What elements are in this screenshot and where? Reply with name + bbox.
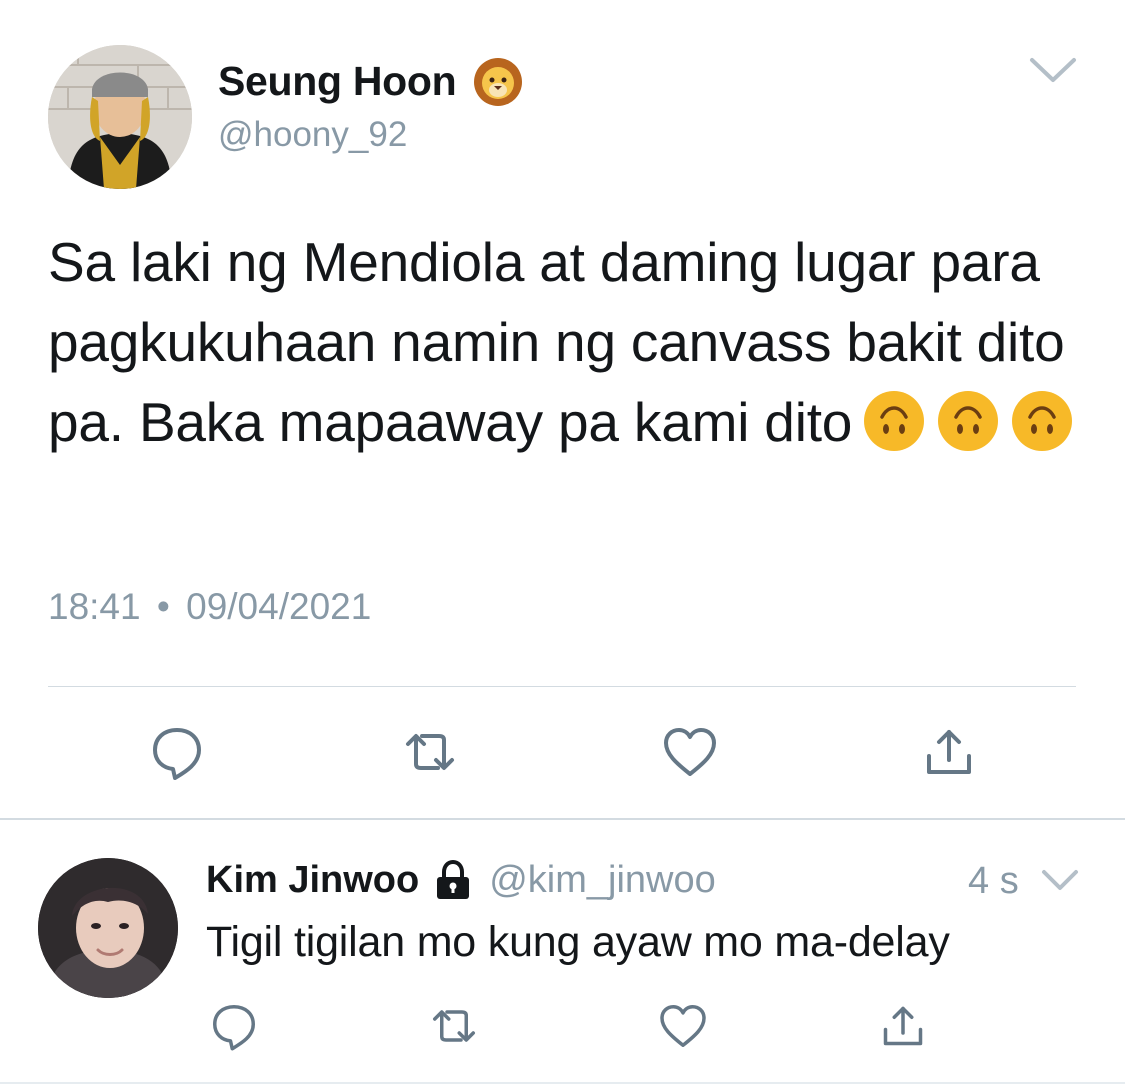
- avatar-photo: [48, 45, 192, 189]
- upside-down-face-emoji-icon: [1012, 391, 1073, 451]
- avatar[interactable]: [38, 858, 178, 998]
- display-name[interactable]: Seung Hoon: [218, 55, 524, 107]
- reply-header: Kim Jinwoo @kim_jinwoo: [206, 858, 716, 902]
- divider: [0, 818, 1125, 820]
- reply-icon[interactable]: [206, 998, 262, 1054]
- reply-icon[interactable]: [145, 720, 209, 784]
- avatar[interactable]: [48, 45, 192, 189]
- like-icon[interactable]: [658, 720, 722, 784]
- share-icon[interactable]: [917, 720, 981, 784]
- tweet-age: 4 s: [968, 860, 1019, 902]
- retweet-icon[interactable]: [426, 998, 482, 1054]
- display-name-text: Seung Hoon: [218, 57, 457, 104]
- tweet-text: Sa laki ng Mendiola at daming lugar para…: [48, 222, 1088, 462]
- user-handle[interactable]: @hoony_92: [218, 115, 407, 155]
- chevron-down-icon[interactable]: [1040, 864, 1080, 896]
- upside-down-face-emoji-icon: [938, 391, 999, 451]
- chevron-down-icon[interactable]: [1026, 50, 1080, 90]
- tweet-time: 18:41: [48, 586, 141, 627]
- user-handle[interactable]: @kim_jinwoo: [489, 859, 716, 902]
- upside-down-face-emoji-icon: [864, 391, 925, 451]
- divider: [48, 686, 1076, 687]
- like-icon[interactable]: [655, 998, 711, 1054]
- tweet-timestamp: 18:41 • 09/04/2021: [48, 586, 371, 628]
- display-name[interactable]: Kim Jinwoo: [206, 859, 419, 902]
- meta-separator: •: [156, 586, 170, 627]
- lock-icon: [437, 859, 470, 899]
- tweet-text: Tigil tigilan mo kung ayaw mo ma-delay: [206, 918, 950, 966]
- share-icon[interactable]: [875, 998, 931, 1054]
- avatar-photo: [38, 858, 178, 998]
- tweet-date: 09/04/2021: [186, 586, 372, 627]
- retweet-icon[interactable]: [398, 720, 462, 784]
- lion-face-emoji-icon: [474, 58, 523, 106]
